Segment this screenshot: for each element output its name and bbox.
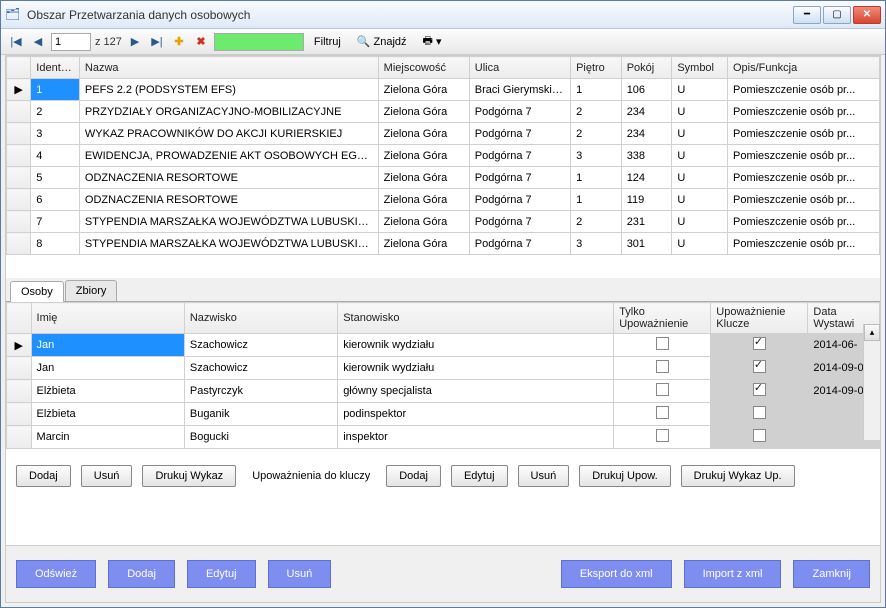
add-person-button[interactable]: Dodaj — [16, 465, 71, 487]
main-grid-wrap: Identyfik Nazwa Miejscowość Ulica Piętro… — [6, 56, 880, 276]
import-xml-button[interactable]: Import z xml — [684, 560, 782, 588]
checkbox[interactable] — [656, 337, 669, 350]
table-row[interactable]: JanSzachowiczkierownik wydziału2014-09-0 — [7, 357, 880, 380]
print-wykaz-up-button[interactable]: Drukuj Wykaz Up. — [681, 465, 795, 487]
checkbox[interactable] — [656, 429, 669, 442]
col-nazwisko[interactable]: Nazwisko — [184, 303, 337, 334]
persons-grid-wrap: Imię Nazwisko Stanowisko Tylko Upoważnie… — [6, 302, 880, 457]
print-wykaz-button[interactable]: Drukuj Wykaz — [142, 465, 236, 487]
col-opis[interactable]: Opis/Funkcja — [728, 57, 880, 79]
nav-prev-icon[interactable]: ◀ — [29, 33, 47, 51]
table-row[interactable]: 2PRZYDZIAŁY ORGANIZACYJNO-MOBILIZACYJNEZ… — [7, 101, 880, 123]
col-nazwa[interactable]: Nazwa — [79, 57, 378, 79]
nav-last-icon[interactable]: ▶| — [148, 33, 166, 51]
window-title: Obszar Przetwarzania danych osobowych — [27, 8, 793, 22]
maximize-button[interactable]: ▢ — [823, 6, 851, 24]
table-row[interactable]: 3WYKAZ PRACOWNIKÓW DO AKCJI KURIERSKIEJZ… — [7, 123, 880, 145]
delete-button[interactable]: Usuń — [268, 560, 332, 588]
table-row[interactable]: ElżbietaBuganikpodinspektor — [7, 403, 880, 426]
grid2-vscroll[interactable]: ▴ — [863, 324, 880, 440]
export-xml-button[interactable]: Eksport do xml — [561, 560, 672, 588]
minimize-button[interactable]: ━ — [793, 6, 821, 24]
upow-label: Upoważnienia do kluczy — [252, 470, 370, 482]
edit-upow-button[interactable]: Edytuj — [451, 465, 508, 487]
app-icon: 🗂 — [5, 7, 21, 23]
find-button[interactable]: 🔍Znajdź — [351, 33, 413, 51]
row-header-corner — [7, 57, 31, 79]
checkbox[interactable] — [656, 360, 669, 373]
checkbox[interactable] — [753, 406, 766, 419]
tab-zbiory[interactable]: Zbiory — [65, 280, 118, 301]
col-pietro[interactable]: Piętro — [571, 57, 622, 79]
checkbox[interactable] — [753, 429, 766, 442]
app-window: 🗂 Obszar Przetwarzania danych osobowych … — [0, 0, 886, 608]
print-upow-button[interactable]: Drukuj Upow. — [579, 465, 670, 487]
table-row[interactable]: 6ODZNACZENIA RESORTOWEZielona GóraPodgór… — [7, 189, 880, 211]
nav-first-icon[interactable]: |◀ — [7, 33, 25, 51]
col-ident[interactable]: Identyfik — [31, 57, 80, 79]
col-symbol[interactable]: Symbol — [672, 57, 728, 79]
search-icon: 🔍 — [357, 35, 371, 48]
refresh-button[interactable]: Odśwież — [16, 560, 96, 588]
nav-toolbar: |◀ ◀ z 127 ▶ ▶| ✚ ✖ Filtruj 🔍Znajdź 🖶 ▾ — [1, 29, 885, 55]
tabstrip: Osoby Zbiory — [6, 278, 880, 302]
table-row[interactable]: 8STYPENDIA MARSZAŁKA WOJEWÓDZTWA LUBUSKI… — [7, 233, 880, 255]
content-area: Identyfik Nazwa Miejscowość Ulica Piętro… — [5, 55, 881, 603]
col-ulica[interactable]: Ulica — [469, 57, 570, 79]
add-icon[interactable]: ✚ — [170, 33, 188, 51]
main-grid[interactable]: Identyfik Nazwa Miejscowość Ulica Piętro… — [6, 56, 880, 255]
table-row[interactable]: 7STYPENDIA MARSZAŁKA WOJEWÓDZTWA LUBUSKI… — [7, 211, 880, 233]
col-pokoj[interactable]: Pokój — [621, 57, 672, 79]
table-row[interactable]: 5ODZNACZENIA RESORTOWEZielona GóraPodgór… — [7, 167, 880, 189]
checkbox[interactable] — [753, 337, 766, 350]
page-total-label: z 127 — [95, 36, 122, 48]
nav-next-icon[interactable]: ▶ — [126, 33, 144, 51]
checkbox[interactable] — [753, 383, 766, 396]
progress-bar — [214, 33, 304, 51]
tab-osoby[interactable]: Osoby — [10, 281, 64, 302]
titlebar: 🗂 Obszar Przetwarzania danych osobowych … — [1, 1, 885, 29]
col-miejsc[interactable]: Miejscowość — [378, 57, 469, 79]
close-app-button[interactable]: Zamknij — [793, 560, 870, 588]
close-button[interactable]: ✕ — [853, 6, 881, 24]
page-input[interactable] — [51, 33, 91, 51]
filter-button[interactable]: Filtruj — [308, 33, 347, 51]
add-button[interactable]: Dodaj — [108, 560, 175, 588]
add-upow-button[interactable]: Dodaj — [386, 465, 441, 487]
checkbox[interactable] — [656, 383, 669, 396]
persons-grid[interactable]: Imię Nazwisko Stanowisko Tylko Upoważnie… — [6, 302, 880, 449]
persons-button-row: Dodaj Usuń Drukuj Wykaz Upoważnienia do … — [6, 457, 880, 495]
delete-person-button[interactable]: Usuń — [81, 465, 133, 487]
table-row[interactable]: 4EWIDENCJA, PROWADZENIE AKT OSOBOWYCH EG… — [7, 145, 880, 167]
col-stanowisko[interactable]: Stanowisko — [338, 303, 614, 334]
col-tylko[interactable]: Tylko Upoważnienie — [614, 303, 711, 334]
tab-body: Imię Nazwisko Stanowisko Tylko Upoważnie… — [6, 302, 880, 545]
footer-buttons: Odśwież Dodaj Edytuj Usuń Eksport do xml… — [6, 545, 880, 602]
col-klucze[interactable]: Upoważnienie Klucze — [711, 303, 808, 334]
print-dropdown[interactable]: 🖶 ▾ — [417, 33, 448, 51]
checkbox[interactable] — [656, 406, 669, 419]
col-imie[interactable]: Imię — [31, 303, 184, 334]
edit-button[interactable]: Edytuj — [187, 560, 256, 588]
table-row[interactable]: ▶1PEFS 2.2 (PODSYSTEM EFS)Zielona GóraBr… — [7, 79, 880, 101]
table-row[interactable]: ▶JanSzachowiczkierownik wydziału2014-06- — [7, 334, 880, 357]
table-row[interactable]: ElżbietaPastyrczykgłówny specjalista2014… — [7, 380, 880, 403]
table-row[interactable]: MarcinBoguckiinspektor — [7, 426, 880, 449]
delete-upow-button[interactable]: Usuń — [518, 465, 570, 487]
delete-icon[interactable]: ✖ — [192, 33, 210, 51]
checkbox[interactable] — [753, 360, 766, 373]
printer-icon: 🖶 — [423, 32, 433, 51]
